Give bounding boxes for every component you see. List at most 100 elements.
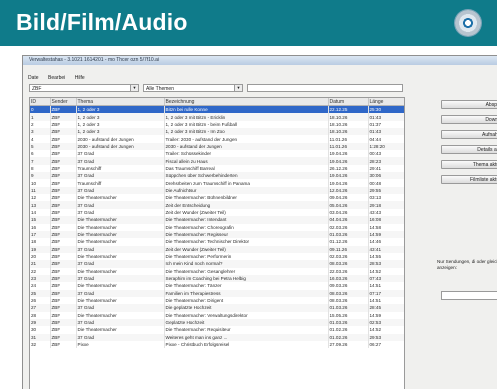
cell-bezeichnung: 1, 2 oder 3 mit Bitzn - Ericklin <box>164 113 329 121</box>
table-row[interactable]: 23 ZBF 37 Grad Seraphim im Coaching bei Pet… <box>30 274 404 283</box>
table-row[interactable]: 20 ZBF Die Theatermacher Die Theatermacher:… <box>30 252 404 261</box>
table-row[interactable]: 7 ZBF 37 Grad Fiscal allein zu Haus 19.04.26… <box>30 157 404 165</box>
cell-id: 25 <box>30 289 51 297</box>
chevron-down-icon[interactable]: ▼ <box>234 85 242 91</box>
table-row[interactable]: 12 ZBF Die Theatermacher Die Theatermacher:… <box>30 194 404 202</box>
details-button[interactable]: Details anz <box>441 145 497 154</box>
table-row[interactable]: 24 ZBF Die Theatermacher Die Theatermacher:… <box>30 282 404 290</box>
table-row[interactable]: 31 ZBF 37 Grad Weiteres geht man ins ganz .… <box>30 333 404 341</box>
download-button[interactable]: Downlo <box>441 115 497 124</box>
cell-laenge: 30:06 <box>368 172 404 180</box>
cell-id: 3 <box>30 128 51 136</box>
cell-laenge: 14:52 <box>368 326 404 334</box>
table-row[interactable]: 26 ZBF Die Theatermacher Die Theatermacher:… <box>30 296 404 305</box>
table-row[interactable]: 32 ZBF Pixxe Pixxe - Christbuch Erfolgsreis… <box>30 341 404 349</box>
cell-id: 7 <box>30 157 51 165</box>
cell-thema: 37 Grad <box>76 157 165 165</box>
cell-sender: ZBF <box>50 318 77 327</box>
cell-thema: 2030 - aufstand der Jungen <box>76 142 165 151</box>
cell-datum: 11.01.26 <box>328 135 369 143</box>
cell-sender: ZBF <box>50 208 77 217</box>
cell-datum: 18.10.26 <box>328 128 369 136</box>
cell-thema: 37 Grad <box>76 260 165 268</box>
cell-thema: Pixxe <box>76 341 165 349</box>
cell-datum: 08.03.26 <box>328 296 369 305</box>
table-row[interactable]: 11 ZBF 37 Grad Die Aufnichtsur 12.04.26 29:55 <box>30 186 404 195</box>
cell-thema: 1, 2 oder 3 <box>76 128 165 136</box>
cell-thema: 37 Grad <box>76 172 165 180</box>
table-row[interactable]: 14 ZBF 37 Grad Zeit der Wunder (Zweiter Tei… <box>30 208 404 217</box>
play-button[interactable]: Abspiel <box>441 100 497 109</box>
table-row[interactable]: 15 ZBF Die Theatermacher Die Theatermacher:… <box>30 216 404 224</box>
cell-id: 2 <box>30 120 51 129</box>
table-row[interactable]: 4 ZBF 2030 - aufstand der Jungen Trailer: 2… <box>30 135 404 143</box>
cell-sender: ZBF <box>50 274 77 283</box>
menu-datei[interactable]: Date <box>28 74 39 83</box>
update-theme-button[interactable]: Thema aktua <box>441 160 497 169</box>
menu-hilfe[interactable]: Hilfe <box>75 74 85 83</box>
table-row[interactable]: 27 ZBF 37 Grad Die geplatzte Hochzeit 01.03.… <box>30 304 404 312</box>
cell-laenge: 06:27 <box>368 341 404 349</box>
cell-laenge: 25:30 <box>368 105 404 114</box>
cell-datum: 08.03.26 <box>328 260 369 268</box>
table-row[interactable]: 29 ZBF 37 Grad Geplatzte Hochzeit 01.03.26 02… <box>30 318 404 327</box>
cell-sender: ZBF <box>50 223 77 231</box>
cell-datum: 18.10.26 <box>328 113 369 121</box>
cell-bezeichnung: Trailer: 2030 - aufstand der Jungen <box>164 135 329 143</box>
sender-select[interactable]: ZBF ▼ <box>29 84 139 92</box>
table-row[interactable]: 9 ZBF 37 Grad Süppchen über Schwerbehindert… <box>30 172 404 180</box>
column-header-laenge[interactable]: Länge <box>368 98 404 106</box>
column-header-id[interactable]: ID <box>30 98 51 106</box>
cell-id: 31 <box>30 333 51 341</box>
table-row[interactable]: 8 ZBF Traumschiff Das Traumschiff Barreal 26… <box>30 164 404 173</box>
table-row[interactable]: 21 ZBF 37 Grad Ich mein Kind noch normal? 08… <box>30 260 404 268</box>
search-input[interactable] <box>247 84 403 92</box>
table-row[interactable]: 30 ZBF Die Theatermacher Die Theatermacher:… <box>30 326 404 334</box>
cell-id: 29 <box>30 318 51 327</box>
table-row[interactable]: 17 ZBF Die Theatermacher Die Theatermacher:… <box>30 230 404 239</box>
cell-id: 1 <box>30 113 51 121</box>
cell-thema: 37 Grad <box>76 186 165 195</box>
cell-id: 5 <box>30 142 51 151</box>
table-row[interactable]: 1 ZBF 1, 2 oder 3 1, 2 oder 3 mit Bitzn - E… <box>30 113 404 121</box>
cell-bezeichnung: Drehsrbeiten zum Traumschiff in Panama <box>164 179 329 187</box>
cell-id: 8 <box>30 164 51 173</box>
theme-select-value: Alle Themen <box>146 86 174 92</box>
cell-id: 26 <box>30 296 51 305</box>
table-row[interactable]: 19 ZBF 37 Grad Zeit der Wunder (Zweiter Tei… <box>30 245 404 253</box>
cell-id: 21 <box>30 260 51 268</box>
cell-thema: Die Theatermacher <box>76 267 165 275</box>
cell-id: 12 <box>30 194 51 202</box>
cell-bezeichnung: Trailer: Schüssekinder <box>164 150 329 158</box>
table-row[interactable]: 18 ZBF Die Theatermacher Die Theatermacher:… <box>30 238 404 246</box>
table-row[interactable]: 10 ZBF Traumschiff Drehsrbeiten zum Traumsc… <box>30 179 404 187</box>
table-row[interactable]: 25 ZBF 37 Grad Familien im Therapiestress 08… <box>30 289 404 297</box>
filter-note: Nur Sendungen, di oder gleich o.Wert anz… <box>437 259 497 270</box>
update-filmlist-button[interactable]: Filmliste aktua <box>441 175 497 184</box>
min-length-input[interactable] <box>441 291 497 300</box>
column-header-bezeichnung[interactable]: Bezeichnung <box>164 98 329 106</box>
chevron-down-icon[interactable]: ▼ <box>130 85 138 91</box>
cell-bezeichnung: Die Aufnichtsur <box>164 186 329 195</box>
table-row[interactable]: 5 ZBF 2030 - aufstand der Jungen 2030 - auf… <box>30 142 404 151</box>
table-row[interactable]: 13 ZBF 37 Grad Zeit der Entscheidung 05.04.2… <box>30 201 404 209</box>
table-row[interactable]: 6 ZBF 37 Grad Trailer: Schüssekinder 19.04.2… <box>30 150 404 158</box>
menu-bearbeiten[interactable]: Bearbei <box>48 74 65 83</box>
column-header-sender[interactable]: Sender <box>50 98 77 106</box>
cell-thema: Die Theatermacher <box>76 311 165 319</box>
theme-select[interactable]: Alle Themen ▼ <box>143 84 243 92</box>
table-row[interactable]: 0 ZBF 1, 2 oder 3 Bitzn bei rulle Konne 22.1… <box>30 105 404 114</box>
table-row[interactable]: 28 ZBF Die Theatermacher Die Theatermacher:… <box>30 311 404 319</box>
column-header-datum[interactable]: Datum <box>328 98 369 106</box>
cell-thema: Die Theatermacher <box>76 223 165 231</box>
table-row[interactable]: 3 ZBF 1, 2 oder 3 1, 2 oder 3 mit Bitzn - I… <box>30 128 404 136</box>
table-row[interactable]: 22 ZBF Die Theatermacher Die Theatermacher:… <box>30 267 404 275</box>
column-header-thema[interactable]: Thema <box>76 98 165 106</box>
cell-thema: 37 Grad <box>76 150 165 158</box>
record-button[interactable]: Aufnahm <box>441 130 497 139</box>
cell-thema: Die Theatermacher <box>76 238 165 246</box>
cell-datum: 03.04.26 <box>328 208 369 217</box>
table-row[interactable]: 2 ZBF 1, 2 oder 3 1, 2 oder 3 mit Bitzn - b… <box>30 120 404 129</box>
cell-bezeichnung: Die Theatermacher: Regisseur <box>164 230 329 239</box>
table-row[interactable]: 16 ZBF Die Theatermacher Die Theatermacher:… <box>30 223 404 231</box>
